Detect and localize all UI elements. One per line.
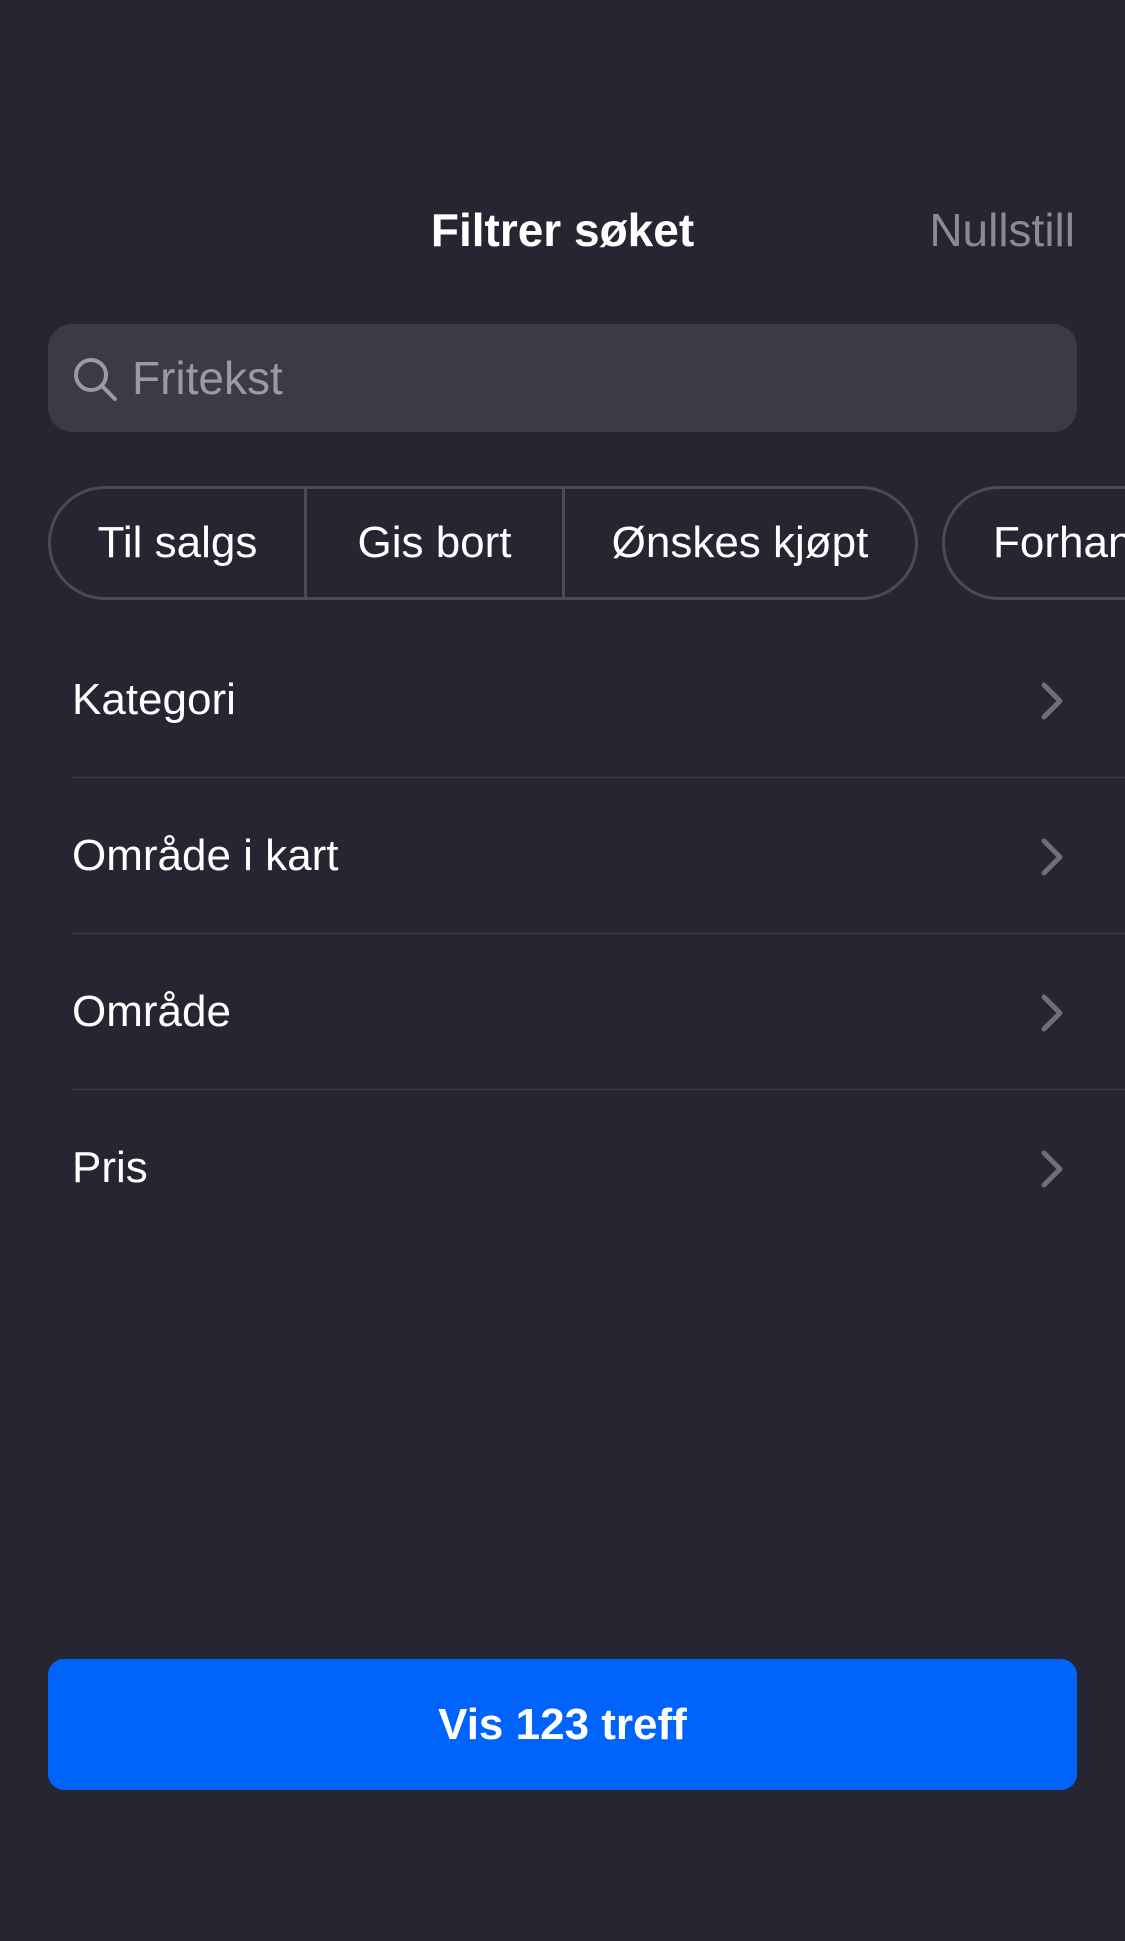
filter-label: Kategori [72,675,236,724]
segment-onskes-kjopt[interactable]: Ønskes kjøpt [565,489,915,597]
filter-list: Kategori Område i kart Område Pris [0,622,1125,1246]
header: Filtrer søket Nullstill [0,192,1125,268]
filter-label: Område [72,987,231,1036]
listing-type-chips: Til salgs Gis bort Ønskes kjøpt Forhandl… [0,486,1125,600]
reset-button[interactable]: Nullstill [929,192,1075,268]
chevron-right-icon [1034,991,1068,1035]
chevron-right-icon [1034,835,1068,879]
search-input[interactable] [132,324,1052,432]
show-results-button[interactable]: Vis 123 treff [48,1659,1077,1790]
filter-row-omrade-i-kart[interactable]: Område i kart [0,778,1125,934]
segment-gis-bort[interactable]: Gis bort [307,489,565,597]
search-icon [70,354,120,404]
filter-row-omrade[interactable]: Område [0,934,1125,1090]
segmented-control: Til salgs Gis bort Ønskes kjøpt [48,486,918,600]
chevron-right-icon [1034,679,1068,723]
chip-forhandler[interactable]: Forhandler [942,486,1125,600]
filter-row-kategori[interactable]: Kategori [0,622,1125,778]
segment-til-salgs[interactable]: Til salgs [51,489,307,597]
chevron-right-icon [1034,1147,1068,1191]
filter-row-pris[interactable]: Pris [0,1090,1125,1246]
filter-label: Område i kart [72,831,339,880]
search-bar[interactable] [48,324,1077,432]
filter-label: Pris [72,1143,148,1192]
